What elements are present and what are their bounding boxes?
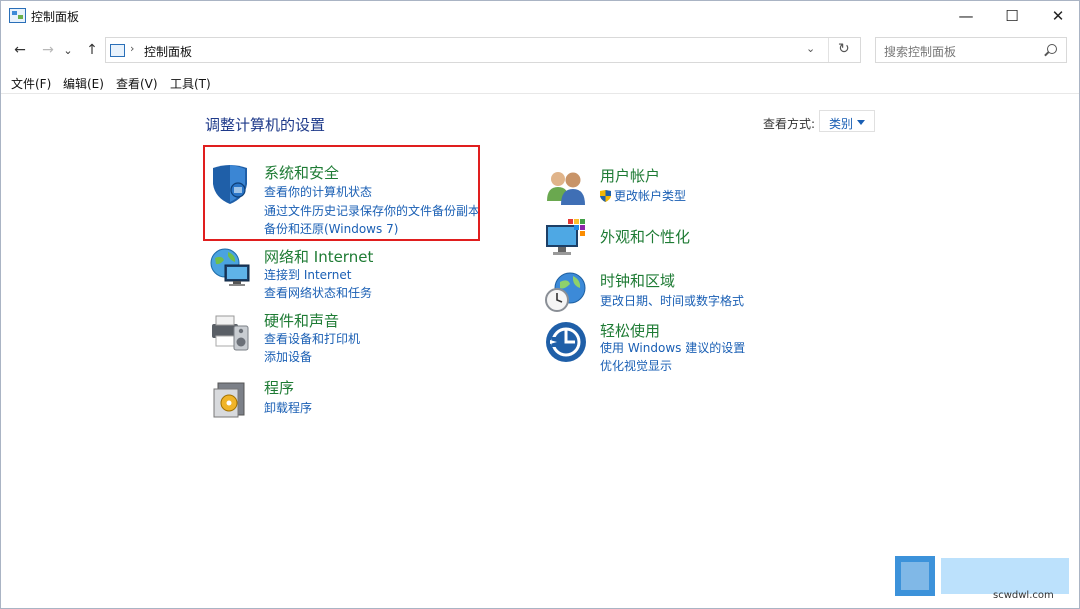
minimize-button[interactable]: — (943, 1, 989, 31)
highlight-box (203, 145, 480, 241)
category-user-accounts: 用户帐户 更改帐户类型 (544, 165, 804, 209)
link-uninstall-program[interactable]: 卸载程序 (264, 399, 312, 416)
dropdown-arrow-icon (857, 120, 865, 125)
menu-view[interactable]: 查看(V) (116, 75, 158, 92)
search-icon (1047, 44, 1057, 54)
monitor-palette-icon[interactable] (544, 217, 588, 261)
uac-shield-icon (600, 190, 611, 202)
category-title[interactable]: 用户帐户 (600, 165, 660, 186)
category-clock-region: 时钟和区域 更改日期、时间或数字格式 (544, 270, 804, 316)
refresh-button[interactable]: ↻ (838, 41, 850, 57)
category-title[interactable]: 轻松使用 (600, 320, 660, 341)
title-bar: 控制面板 — ☐ ✕ (1, 1, 1079, 31)
category-title[interactable]: 时钟和区域 (600, 270, 675, 291)
control-panel-icon (110, 44, 125, 57)
category-title[interactable]: 外观和个性化 (600, 226, 690, 247)
search-box[interactable]: 搜索控制面板 (875, 37, 1067, 63)
menu-edit[interactable]: 编辑(E) (63, 75, 104, 92)
link-network-status[interactable]: 查看网络状态和任务 (264, 284, 372, 301)
category-title[interactable]: 网络和 Internet (264, 246, 373, 267)
clock-globe-icon[interactable] (544, 270, 588, 314)
link-add-device[interactable]: 添加设备 (264, 348, 312, 365)
category-title[interactable]: 程序 (264, 377, 294, 398)
menu-bar: 文件(F) 编辑(E) 查看(V) 工具(T) (1, 71, 1079, 94)
view-by-value[interactable]: 类别 (829, 115, 853, 132)
control-panel-icon (9, 8, 26, 23)
category-title[interactable]: 硬件和声音 (264, 310, 339, 331)
forward-button[interactable]: → (37, 39, 59, 61)
watermark-url: scwdwl.com (993, 590, 1054, 601)
maximize-button[interactable]: ☐ (989, 1, 1035, 31)
view-by-dropdown[interactable]: 类别 (819, 110, 875, 132)
address-text[interactable]: 控制面板 (144, 43, 192, 60)
link-recommended-settings[interactable]: 使用 Windows 建议的设置 (600, 339, 745, 356)
network-globe-icon[interactable] (208, 246, 252, 290)
link-optimize-visual-display[interactable]: 优化视觉显示 (600, 357, 672, 374)
watermark: scwdwl.com (893, 550, 1073, 606)
category-appearance-personalization: 外观和个性化 (544, 217, 804, 261)
navigation-bar: ← → ⌄ ↑ › 控制面板 ⌄ ↻ 搜索控制面板 (1, 35, 1079, 65)
menu-tools[interactable]: 工具(T) (170, 75, 211, 92)
link-text[interactable]: 更改帐户类型 (614, 189, 686, 203)
recent-locations-button[interactable]: ⌄ (61, 39, 75, 61)
link-change-date-time-format[interactable]: 更改日期、时间或数字格式 (600, 292, 744, 309)
window-title: 控制面板 (31, 10, 80, 24)
search-placeholder[interactable]: 搜索控制面板 (884, 43, 956, 60)
view-by-label: 查看方式: (763, 117, 816, 131)
link-devices-printers[interactable]: 查看设备和打印机 (264, 330, 360, 347)
category-ease-of-access: 轻松使用 使用 Windows 建议的设置 优化视觉显示 (544, 320, 804, 376)
close-button[interactable]: ✕ (1035, 1, 1079, 31)
page-title: 调整计算机的设置 (205, 116, 326, 134)
link-connect-internet[interactable]: 连接到 Internet (264, 266, 351, 283)
address-bar[interactable]: › 控制面板 ⌄ ↻ (105, 37, 861, 63)
programs-icon[interactable] (208, 377, 252, 421)
breadcrumb-separator[interactable]: › (130, 42, 134, 55)
category-programs: 程序 卸载程序 (208, 377, 483, 425)
address-dropdown-button[interactable]: ⌄ (806, 42, 815, 55)
back-button[interactable]: ← (9, 39, 31, 61)
address-divider (828, 38, 829, 62)
up-button[interactable]: ↑ (81, 39, 103, 61)
category-hardware-sound: 硬件和声音 查看设备和打印机 添加设备 (208, 310, 483, 366)
ease-of-access-icon[interactable] (544, 320, 588, 364)
category-network-internet: 网络和 Internet 连接到 Internet 查看网络状态和任务 (208, 246, 483, 302)
printer-speaker-icon[interactable] (208, 310, 252, 354)
link-change-account-type[interactable]: 更改帐户类型 (600, 187, 686, 204)
menu-file[interactable]: 文件(F) (11, 75, 51, 92)
users-icon[interactable] (544, 165, 588, 209)
main-content: 调整计算机的设置 查看方式: 类别 系统和安全 查看你的计算机状态 通过文件历史… (1, 94, 1079, 608)
control-panel-window: 控制面板 — ☐ ✕ ← → ⌄ ↑ › 控制面板 ⌄ ↻ 搜索控制面板 文件(… (0, 0, 1080, 609)
